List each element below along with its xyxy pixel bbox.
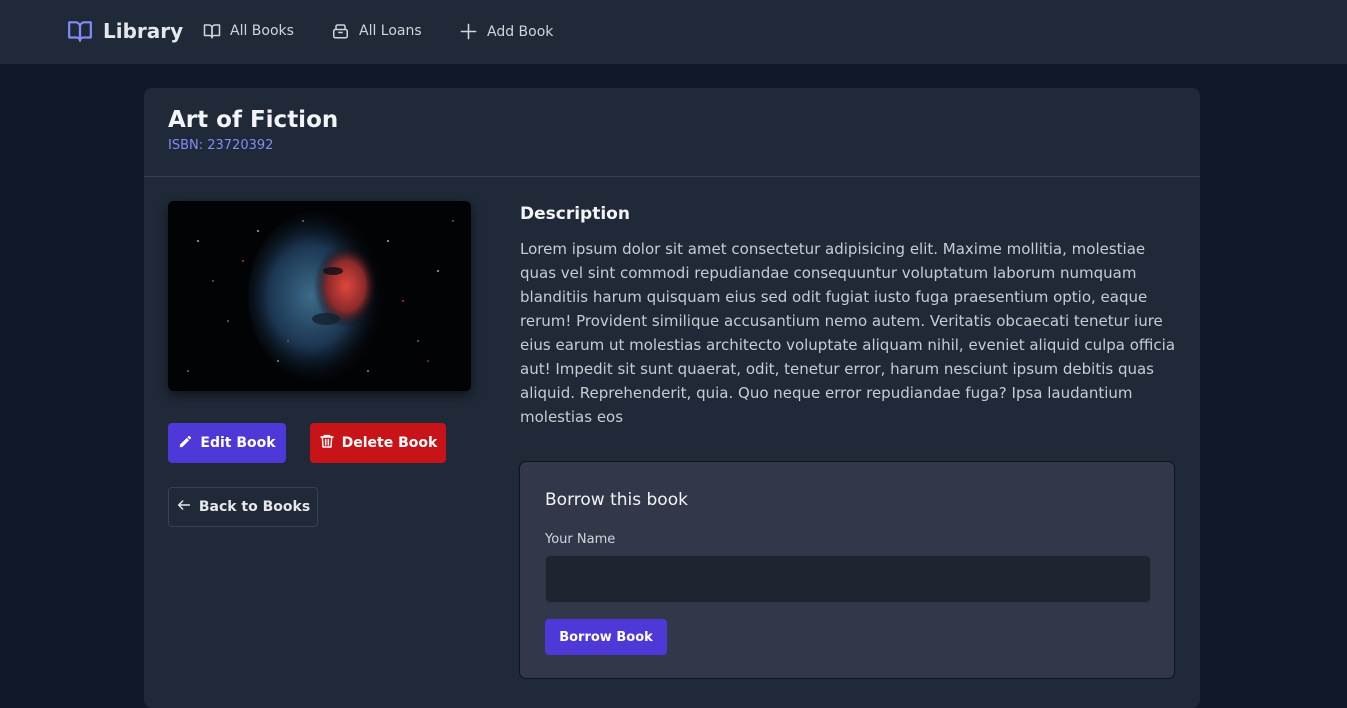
nav-all-books-label: All Books bbox=[230, 23, 294, 39]
brand-link[interactable]: Library bbox=[66, 18, 183, 44]
book-detail-card: Art of Fiction ISBN: 23720392 Edit Book … bbox=[144, 88, 1200, 708]
nav-all-books[interactable]: All Books bbox=[203, 22, 294, 40]
book-cover-image bbox=[168, 201, 471, 391]
top-navbar: Library All Books All Loans Add Book bbox=[0, 0, 1347, 64]
book-title: Art of Fiction bbox=[168, 107, 339, 133]
edit-book-button[interactable]: Edit Book bbox=[168, 423, 286, 463]
borrow-form-title: Borrow this book bbox=[545, 490, 688, 510]
name-input[interactable] bbox=[545, 555, 1151, 603]
edit-book-label: Edit Book bbox=[200, 435, 276, 451]
back-to-books-label: Back to Books bbox=[198, 499, 311, 515]
book-header: Art of Fiction ISBN: 23720392 bbox=[144, 88, 1200, 177]
name-field-label: Your Name bbox=[545, 532, 616, 547]
pencil-icon bbox=[178, 434, 193, 453]
book-open-icon bbox=[66, 18, 94, 44]
nav-all-loans-label: All Loans bbox=[359, 23, 422, 39]
borrow-book-button[interactable]: Borrow Book bbox=[545, 619, 667, 655]
description-heading: Description bbox=[520, 204, 630, 224]
description-text: Lorem ipsum dolor sit amet consectetur a… bbox=[520, 240, 1176, 426]
plus-icon bbox=[459, 22, 478, 41]
borrow-form: Borrow this book Your Name Borrow Book bbox=[519, 461, 1175, 679]
archive-icon bbox=[331, 22, 350, 40]
book-isbn: ISBN: 23720392 bbox=[168, 138, 274, 153]
trash-icon bbox=[319, 432, 335, 454]
book-open-icon bbox=[203, 22, 221, 40]
arrow-left-icon bbox=[176, 497, 192, 517]
nav-add-book-label: Add Book bbox=[487, 23, 554, 40]
back-to-books-button[interactable]: Back to Books bbox=[168, 487, 318, 527]
delete-book-label: Delete Book bbox=[341, 435, 438, 451]
delete-book-button[interactable]: Delete Book bbox=[310, 423, 446, 463]
nav-all-loans[interactable]: All Loans bbox=[331, 22, 422, 40]
brand-name: Library bbox=[103, 19, 184, 43]
nav-add-book[interactable]: Add Book bbox=[459, 22, 553, 41]
